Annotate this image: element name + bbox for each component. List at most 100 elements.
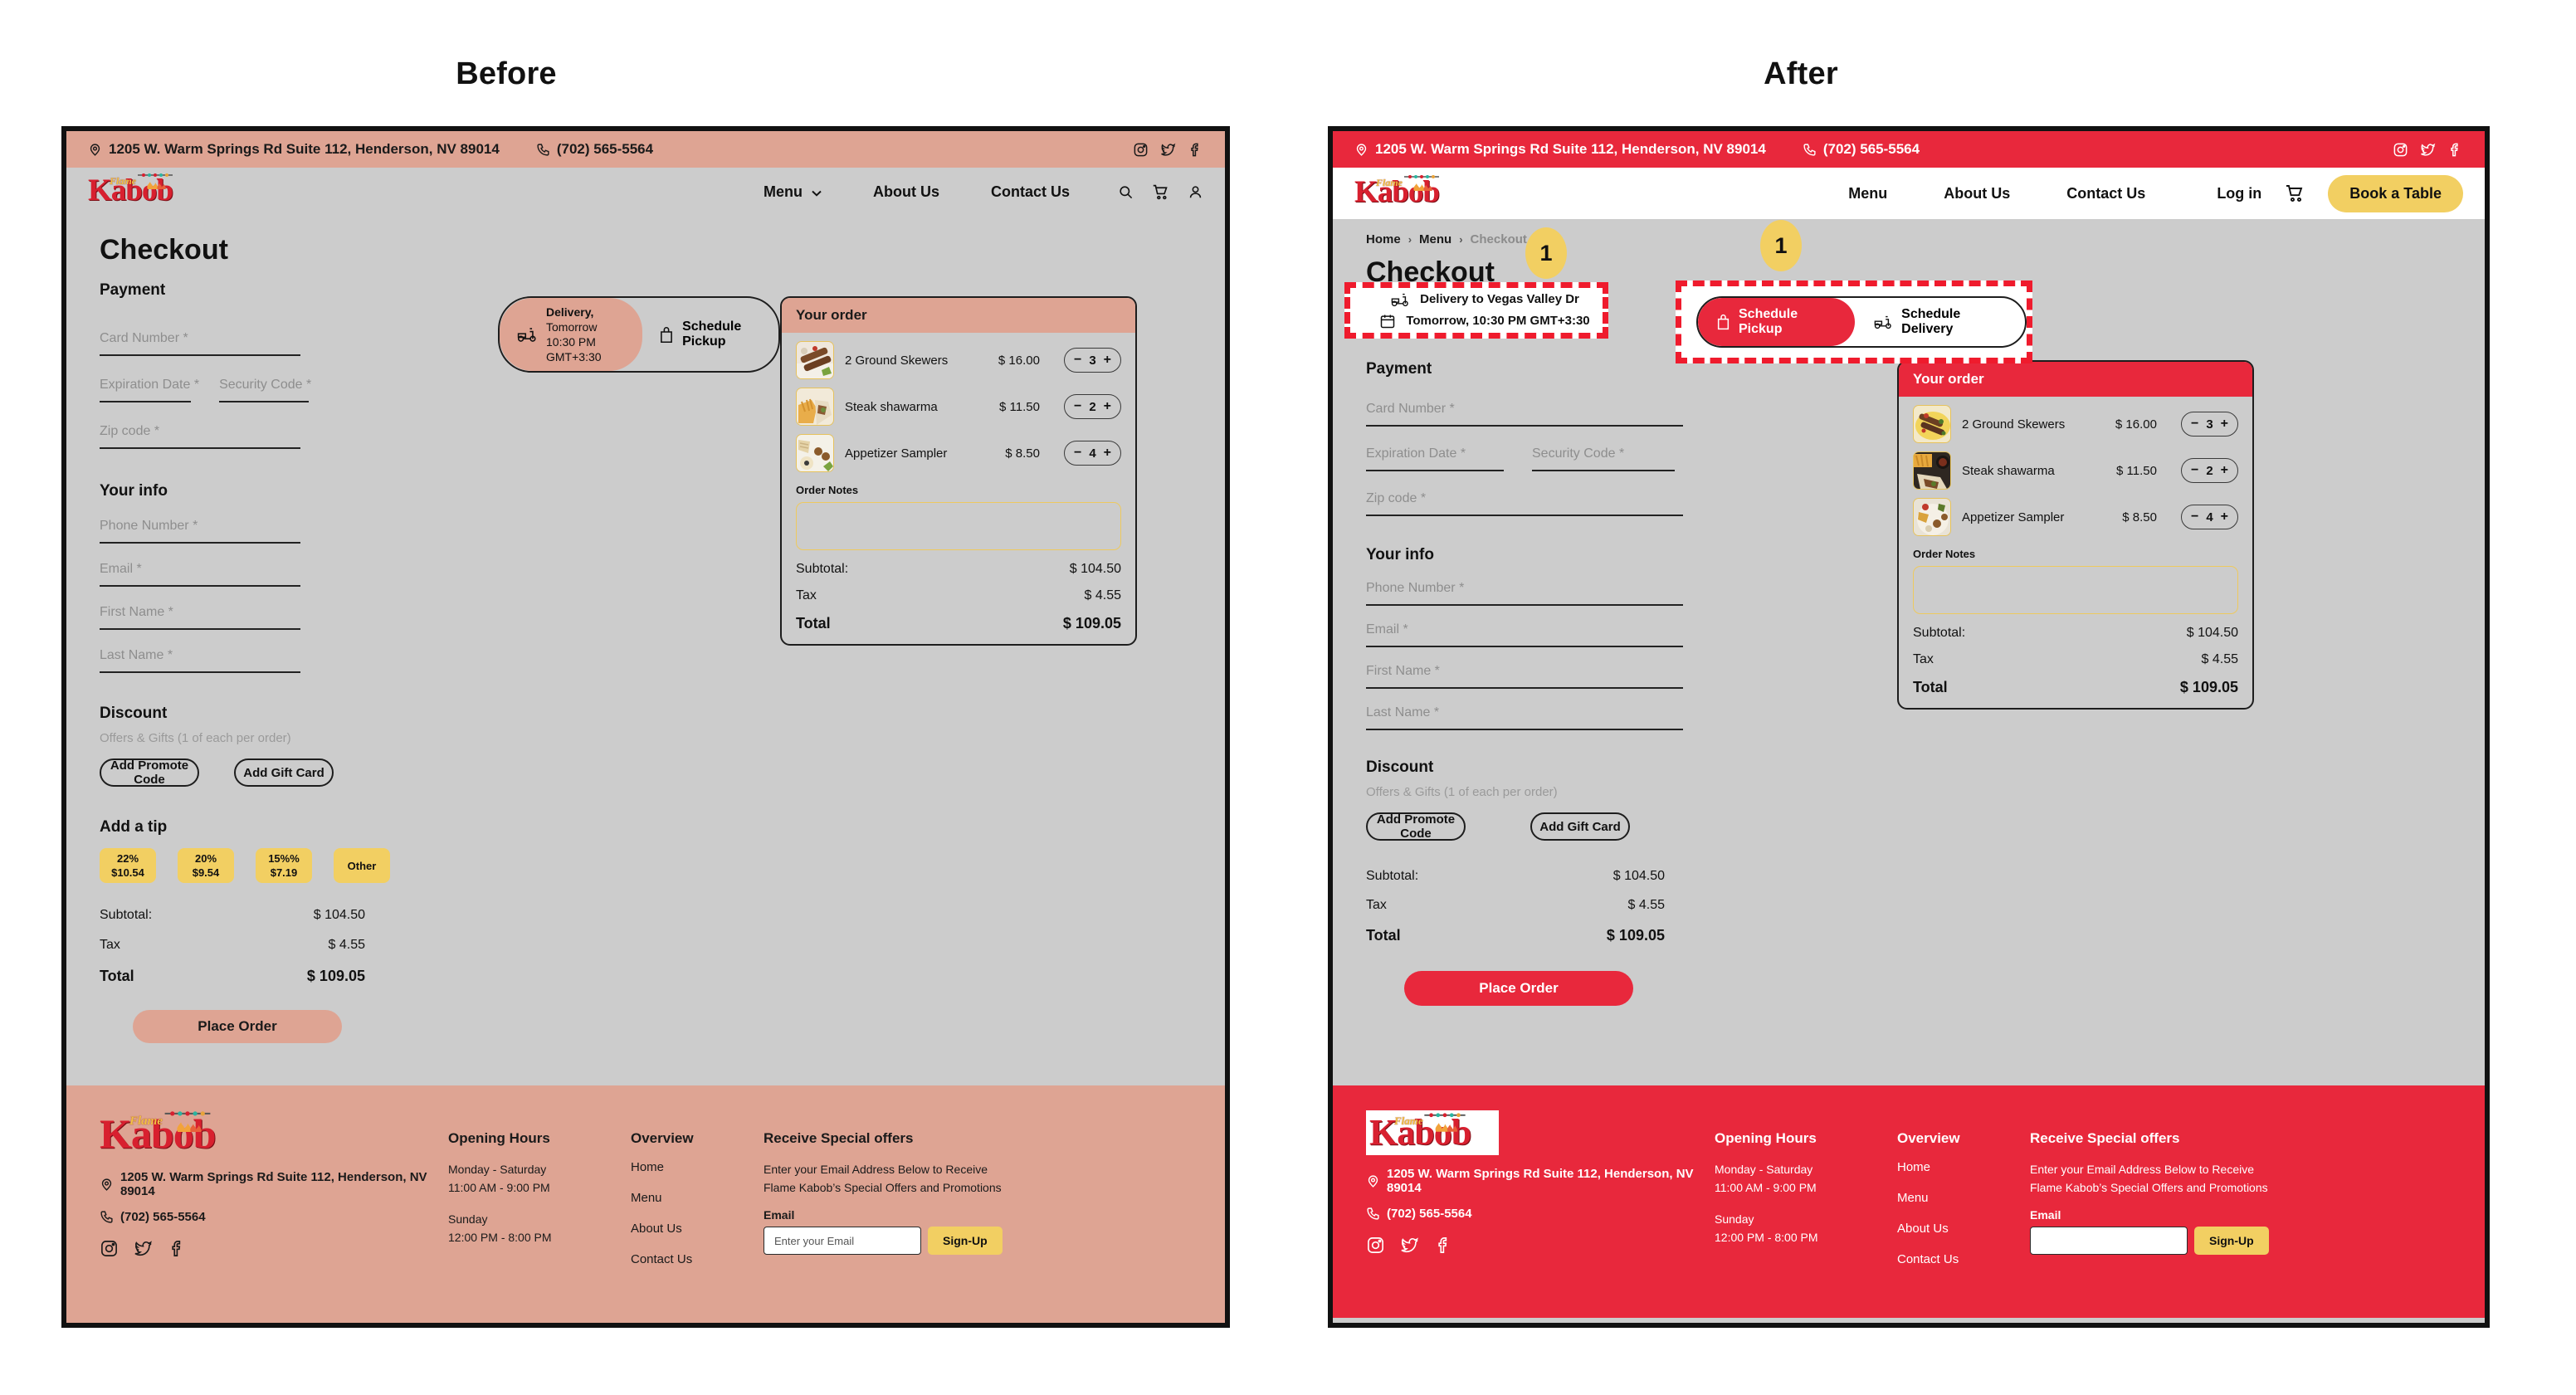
signup-button[interactable]: Sign-Up	[928, 1227, 1003, 1255]
last-name-field[interactable]: Last Name *	[100, 648, 498, 673]
increase-quantity-icon[interactable]: +	[1104, 446, 1111, 461]
card-number-field[interactable]: Card Number *	[1366, 402, 1798, 427]
add-promote-code-button[interactable]: Add Promote Code	[100, 758, 199, 787]
delivery-address-row[interactable]: Delivery to Vegas Valley Dr	[1390, 292, 1579, 307]
security-code-field[interactable]: Security Code *	[219, 378, 311, 402]
footer-link-about[interactable]: About Us	[1897, 1222, 2030, 1236]
card-number-field[interactable]: Card Number *	[100, 331, 498, 356]
increase-quantity-icon[interactable]: +	[2221, 463, 2228, 478]
schedule-pickup-option[interactable]: Schedule Pickup	[642, 313, 778, 356]
search-icon[interactable]	[1118, 184, 1134, 200]
quantity-stepper[interactable]: − 2 +	[2180, 458, 2238, 483]
increase-quantity-icon[interactable]: +	[2221, 417, 2228, 432]
login-link[interactable]: Log in	[2217, 185, 2261, 202]
cart-icon[interactable]	[1152, 183, 1169, 201]
cart-icon[interactable]	[2285, 183, 2305, 203]
place-order-button[interactable]: Place Order	[133, 1010, 342, 1043]
phone-item[interactable]: (702) 565-5564	[536, 141, 653, 158]
increase-quantity-icon[interactable]: +	[1104, 399, 1111, 414]
footer-link-contact[interactable]: Contact Us	[631, 1252, 764, 1266]
newsletter-email-input[interactable]: Enter your Email	[764, 1227, 921, 1255]
instagram-icon[interactable]	[1133, 142, 1149, 158]
email-field[interactable]: Email *	[1366, 622, 1798, 647]
tip-option-20[interactable]: 20% $9.54	[178, 848, 234, 883]
nav-item-menu[interactable]: Menu	[1848, 185, 1887, 202]
quantity-stepper[interactable]: − 3 +	[2180, 412, 2238, 437]
tip-option-other[interactable]: Other	[334, 848, 390, 883]
expiration-date-field[interactable]: Expiration Date *	[100, 378, 199, 402]
zip-code-field[interactable]: Zip code *	[1366, 491, 1798, 516]
nav-item-about[interactable]: About Us	[1944, 185, 2010, 202]
brand-logo[interactable]: Kabob Flame	[88, 173, 194, 210]
delivery-option[interactable]: Delivery, Tomorrow 10:30 PM GMT+3:30	[500, 298, 643, 371]
quantity-stepper[interactable]: − 3 +	[1063, 348, 1121, 373]
phone-item[interactable]: (702) 565-5564	[1803, 141, 1920, 158]
breadcrumb-menu[interactable]: Menu	[1419, 232, 1451, 246]
first-name-field[interactable]: First Name *	[1366, 664, 1798, 689]
newsletter-email-input[interactable]	[2030, 1227, 2188, 1255]
account-icon[interactable]	[1188, 184, 1203, 200]
last-name-field[interactable]: Last Name *	[1366, 705, 1798, 730]
footer-phone-row[interactable]: (702) 565-5564	[100, 1210, 448, 1224]
increase-quantity-icon[interactable]: +	[1104, 353, 1111, 368]
decrease-quantity-icon[interactable]: −	[1074, 399, 1081, 414]
facebook-icon[interactable]	[1188, 142, 1203, 158]
order-notes-input[interactable]	[1913, 566, 2238, 614]
twitter-icon[interactable]	[134, 1239, 153, 1258]
twitter-icon[interactable]	[2420, 142, 2436, 158]
signup-button[interactable]: Sign-Up	[2194, 1227, 2269, 1255]
book-a-table-button[interactable]: Book a Table	[2328, 174, 2463, 212]
decrease-quantity-icon[interactable]: −	[2191, 463, 2198, 478]
quantity-stepper[interactable]: − 4 +	[2180, 505, 2238, 529]
nav-item-about[interactable]: About Us	[873, 183, 939, 201]
quantity-stepper[interactable]: − 2 +	[1063, 394, 1121, 419]
phone-number-field[interactable]: Phone Number *	[100, 519, 498, 544]
facebook-icon[interactable]	[168, 1239, 187, 1258]
instagram-icon[interactable]	[1366, 1236, 1385, 1255]
instagram-icon[interactable]	[100, 1239, 119, 1258]
decrease-quantity-icon[interactable]: −	[1074, 353, 1081, 368]
footer-link-home[interactable]: Home	[631, 1160, 764, 1174]
add-gift-card-button[interactable]: Add Gift Card	[1530, 812, 1630, 841]
brand-logo[interactable]: Kabob Flame	[1354, 175, 1461, 212]
security-code-field[interactable]: Security Code *	[1532, 446, 1675, 471]
tip-option-15[interactable]: 15%% $7.19	[256, 848, 312, 883]
order-notes-input[interactable]	[796, 502, 1121, 550]
breadcrumb-home[interactable]: Home	[1366, 232, 1401, 246]
zip-code-field[interactable]: Zip code *	[100, 424, 498, 449]
nav-item-contact[interactable]: Contact Us	[991, 183, 1070, 201]
instagram-icon[interactable]	[2393, 142, 2408, 158]
expiration-date-field[interactable]: Expiration Date *	[1366, 446, 1504, 471]
tip-option-22[interactable]: 22% $10.54	[100, 848, 156, 883]
facebook-icon[interactable]	[1434, 1236, 1453, 1255]
increase-quantity-icon[interactable]: +	[2221, 510, 2228, 524]
twitter-icon[interactable]	[1400, 1236, 1419, 1255]
nav-item-menu[interactable]: Menu	[764, 183, 822, 201]
twitter-icon[interactable]	[1160, 142, 1176, 158]
delivery-time-row[interactable]: Tomorrow, 10:30 PM GMT+3:30	[1379, 313, 1590, 329]
footer-link-menu[interactable]: Menu	[1897, 1191, 2030, 1205]
decrease-quantity-icon[interactable]: −	[2191, 510, 2198, 524]
nav-item-contact[interactable]: Contact Us	[2066, 185, 2145, 202]
schedule-pickup-option[interactable]: Schedule Pickup	[1698, 298, 1856, 346]
footer-link-menu[interactable]: Menu	[631, 1191, 764, 1205]
footer-link-about[interactable]: About Us	[631, 1222, 764, 1236]
fulfillment-toggle-before[interactable]: Delivery, Tomorrow 10:30 PM GMT+3:30 Sch…	[498, 296, 780, 373]
footer-logo[interactable]: Kabob Flame	[100, 1110, 241, 1158]
add-promote-code-button[interactable]: Add Promote Code	[1366, 812, 1466, 841]
fulfillment-toggle-after[interactable]: Schedule Pickup Schedule Delivery	[1696, 296, 2027, 348]
decrease-quantity-icon[interactable]: −	[2191, 417, 2198, 432]
footer-logo[interactable]: Kabob Flame	[1366, 1110, 1499, 1155]
place-order-button[interactable]: Place Order	[1404, 971, 1633, 1006]
first-name-field[interactable]: First Name *	[100, 605, 498, 630]
quantity-stepper[interactable]: − 4 +	[1063, 441, 1121, 466]
schedule-delivery-option[interactable]: Schedule Delivery	[1855, 298, 2025, 346]
footer-phone-row[interactable]: (702) 565-5564	[1366, 1207, 1715, 1221]
decrease-quantity-icon[interactable]: −	[1074, 446, 1081, 461]
phone-number-field[interactable]: Phone Number *	[1366, 581, 1798, 606]
facebook-icon[interactable]	[2447, 142, 2463, 158]
footer-link-home[interactable]: Home	[1897, 1160, 2030, 1174]
email-field[interactable]: Email *	[100, 562, 498, 587]
add-gift-card-button[interactable]: Add Gift Card	[234, 758, 334, 787]
footer-link-contact[interactable]: Contact Us	[1897, 1252, 2030, 1266]
